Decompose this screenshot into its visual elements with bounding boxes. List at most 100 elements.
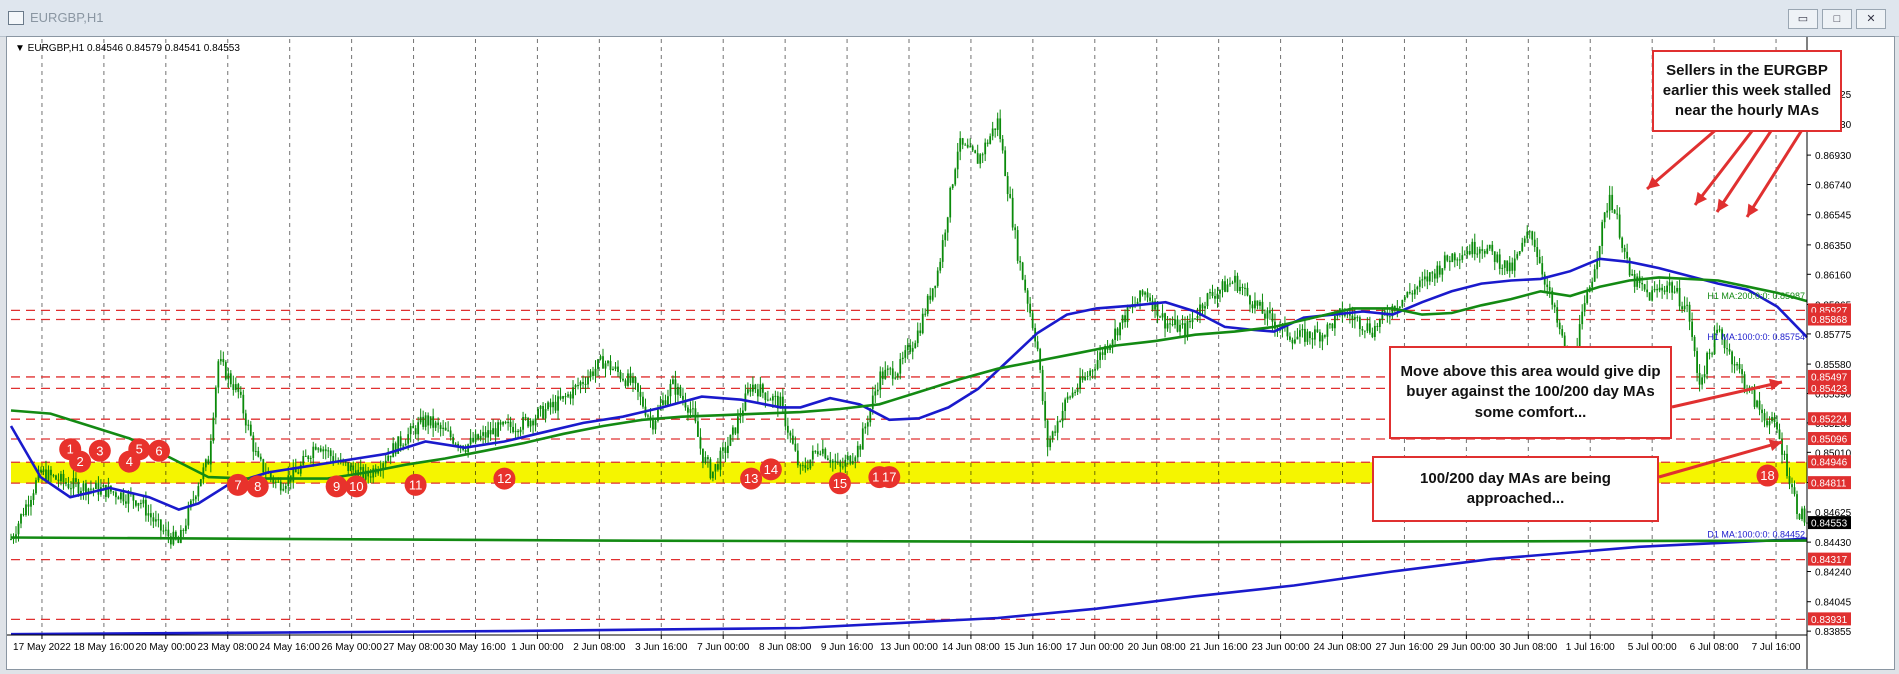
candle-body xyxy=(1161,313,1164,318)
candle-body xyxy=(1448,260,1451,263)
candle-body xyxy=(1538,257,1541,264)
candle-body xyxy=(936,270,939,286)
candle-body xyxy=(856,445,859,458)
candle-body xyxy=(1703,374,1706,378)
candle-body xyxy=(1324,335,1326,337)
candle-body xyxy=(594,368,597,376)
candle-body xyxy=(1159,316,1161,318)
chart-window[interactable]: H1 MA:200:0:0: 0.85987 H1 MA:100:0:0: 0.8… xyxy=(6,36,1895,670)
candle-body xyxy=(154,519,157,522)
candle-body xyxy=(159,519,162,531)
candle-body xyxy=(1513,258,1516,271)
candle-body xyxy=(1643,284,1646,290)
x-tick-label: 7 Jul 16:00 xyxy=(1752,642,1801,653)
candle-body xyxy=(642,396,644,407)
candle-body xyxy=(746,389,749,394)
candle-body xyxy=(1401,299,1404,307)
y-tick-label: 0.84240 xyxy=(1815,568,1852,579)
candle-body xyxy=(474,434,477,442)
candle-body xyxy=(1418,280,1421,287)
candle-body xyxy=(1533,239,1536,248)
candle-body xyxy=(1144,292,1146,295)
candle-body xyxy=(437,422,440,426)
candle-body xyxy=(1653,288,1656,291)
candle-body xyxy=(786,425,789,433)
candle-body xyxy=(1126,306,1129,323)
candle-body xyxy=(1294,339,1296,344)
candle-body xyxy=(1473,241,1476,255)
candle-body xyxy=(1693,336,1696,352)
candle-body xyxy=(137,503,140,506)
x-tick-label: 13 Jun 00:00 xyxy=(880,642,938,653)
candle-body xyxy=(1491,244,1494,252)
candle-body xyxy=(1064,399,1067,411)
candle-body xyxy=(634,377,637,384)
candle-body xyxy=(632,377,634,383)
candle-body xyxy=(1353,317,1356,320)
candle-body xyxy=(1438,265,1441,275)
close-button[interactable]: ✕ xyxy=(1856,9,1886,29)
candle-body xyxy=(492,428,494,435)
minimize-button[interactable]: ▭ xyxy=(1788,9,1818,29)
ma100-daily-label: D1 MA:100:0:0: 0.84452 xyxy=(1707,530,1805,540)
candle-body xyxy=(164,529,167,531)
price-tag-label: 0.85224 xyxy=(1811,415,1848,426)
candle-body xyxy=(537,408,539,419)
marker-label: 9 xyxy=(333,479,340,494)
candle-body xyxy=(352,465,355,471)
candle-body xyxy=(1221,281,1224,291)
candle-body xyxy=(237,384,240,392)
candle-body xyxy=(1051,431,1054,440)
candle-body xyxy=(35,480,37,494)
candle-body xyxy=(1711,353,1713,355)
candle-body xyxy=(1031,313,1034,328)
candle-body xyxy=(1673,291,1676,293)
candle-body xyxy=(1546,284,1549,287)
candle-body xyxy=(874,391,877,396)
candle-body xyxy=(1461,255,1464,260)
candle-body xyxy=(1079,376,1082,389)
candle-body xyxy=(826,458,829,460)
candle-body xyxy=(1686,304,1689,306)
candle-body xyxy=(1761,409,1763,414)
candle-body xyxy=(809,459,812,469)
candle-body xyxy=(1166,323,1169,329)
candle-body xyxy=(704,457,707,463)
candle-body xyxy=(672,379,674,384)
annotation-sellers-stalled: Sellers in the EURGBP earlier this week … xyxy=(1652,50,1842,132)
candle-body xyxy=(1358,317,1361,330)
candle-body xyxy=(1314,329,1316,340)
candle-body xyxy=(1766,420,1768,426)
candle-body xyxy=(1254,300,1256,309)
price-tag-label: 0.84946 xyxy=(1811,458,1848,469)
candle-body xyxy=(1671,282,1674,293)
candle-body xyxy=(25,504,27,516)
y-tick-label: 0.83855 xyxy=(1815,627,1852,638)
candle-body xyxy=(1099,352,1101,361)
candle-body xyxy=(77,481,80,494)
candle-body xyxy=(969,146,972,148)
candle-body xyxy=(1708,352,1711,354)
x-tick-label: 17 May 2022 xyxy=(13,642,71,653)
candle-body xyxy=(134,500,137,506)
marker-label: 17 xyxy=(882,470,896,485)
candle-body xyxy=(494,428,497,437)
candle-body xyxy=(1311,338,1314,340)
candle-body xyxy=(879,371,882,390)
maximize-button[interactable]: □ xyxy=(1822,9,1852,29)
candle-body xyxy=(839,461,842,467)
candle-body xyxy=(914,343,917,349)
candle-body xyxy=(1416,286,1419,290)
candle-body xyxy=(886,368,889,370)
candle-body xyxy=(1209,292,1211,294)
candle-body xyxy=(75,478,77,482)
candle-body xyxy=(1586,292,1589,304)
candle-body xyxy=(162,530,165,532)
candle-body xyxy=(1054,431,1057,433)
candle-body xyxy=(1316,329,1319,333)
candle-body xyxy=(1004,150,1007,177)
y-tick-label: 0.86930 xyxy=(1815,151,1852,162)
candle-body xyxy=(542,405,544,419)
candle-body xyxy=(1756,400,1758,407)
candle-body xyxy=(587,377,589,385)
